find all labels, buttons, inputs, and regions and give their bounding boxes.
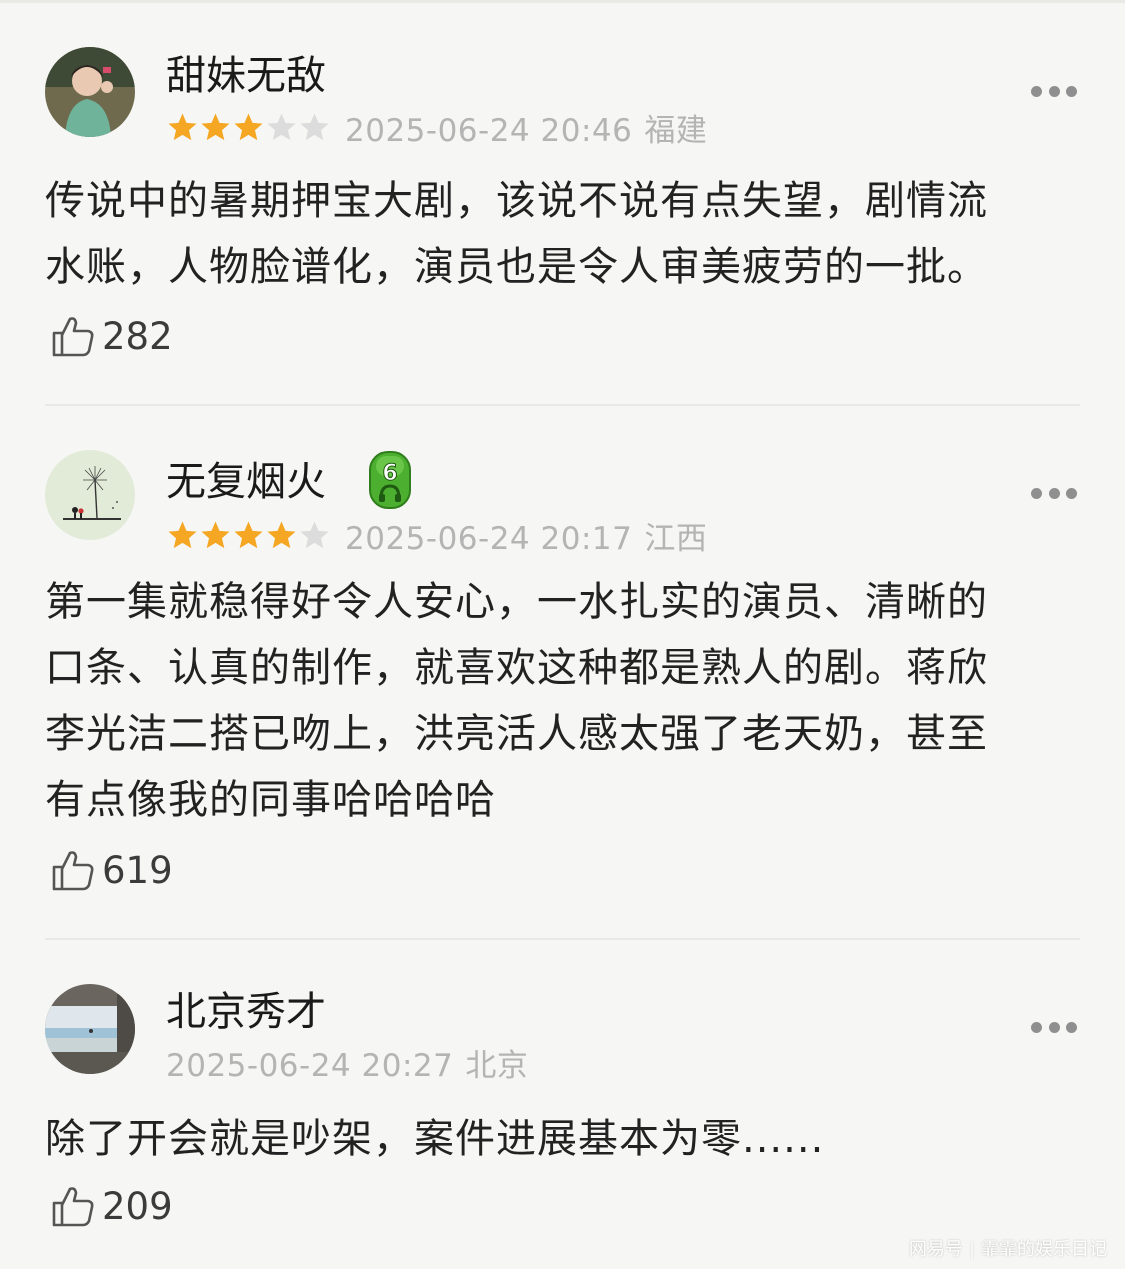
sea-window-avatar-icon[interactable] [45,984,135,1074]
region: 江西 [644,520,708,557]
like-button[interactable]: 209 [50,1181,173,1231]
top-divider [0,0,1125,3]
star-rating [166,519,331,552]
timestamp: 2025-06-24 20:27 [166,1047,454,1084]
region: 福建 [644,112,708,149]
star-filled-icon [234,112,263,140]
comment-text: 第一集就稳得好令人安心，一水扎实的演员、清晰的 口条、认真的制作，就喜欢这种都是… [45,569,1080,833]
like-count: 619 [102,848,173,892]
comment-text: 除了开会就是吵架，案件进展基本为零...... [45,1106,1080,1172]
comment-text: 传说中的暑期押宝大剧，该说不说有点失望，剧情流 水账，人物脸谱化，演员也是令人审… [45,168,1080,300]
comment-meta: 2025-06-24 20:46 福建 [166,107,708,149]
star-filled-icon [168,112,197,140]
divider [45,404,1080,406]
star-filled-icon [201,520,230,548]
like-count: 282 [102,314,173,358]
comment-line: 除了开会就是吵架，案件进展基本为零...... [45,1116,825,1162]
like-count: 209 [102,1184,173,1228]
star-filled-icon [234,520,263,548]
like-button[interactable]: 282 [50,311,173,361]
dandelion-avatar-icon[interactable] [45,450,135,540]
star-filled-icon [267,520,296,548]
more-dots-icon[interactable] [1031,1019,1077,1035]
level-badge-icon: 6 [368,450,412,510]
star-empty-icon [267,112,296,140]
watermark: 网易号 | 霏霏的娱乐日记 [908,1239,1107,1260]
comment-line: 水账，人物脸谱化，演员也是令人审美疲劳的一批。 [45,244,988,290]
comment-line: 第一集就稳得好令人安心，一水扎实的演员、清晰的 [45,579,988,625]
like-button[interactable]: 619 [50,845,173,895]
watermark-brand: 网易号 [908,1239,963,1260]
comment-line: 传说中的暑期押宝大剧，该说不说有点失望，剧情流 [45,178,988,224]
thumbs-up-icon [52,1187,94,1227]
timestamp: 2025-06-24 20:46 [345,112,633,149]
timestamp: 2025-06-24 20:17 [345,520,633,557]
thumbs-up-icon [52,317,94,357]
comment-line: 有点像我的同事哈哈哈哈 [45,777,496,823]
thumbs-up-icon [52,851,94,891]
star-empty-icon [300,520,329,548]
star-filled-icon [201,112,230,140]
watermark-account: 霏霏的娱乐日记 [981,1239,1107,1260]
username[interactable]: 无复烟火 [166,458,326,506]
region: 北京 [465,1047,529,1084]
comment-meta: 2025-06-24 20:17 江西 [166,515,708,557]
comment-meta: 2025-06-24 20:27 北京 [166,1042,529,1084]
star-rating [166,111,331,144]
level-number: 6 [382,461,397,486]
username[interactable]: 甜妹无敌 [166,52,326,100]
star-empty-icon [300,112,329,140]
more-dots-icon[interactable] [1031,485,1077,501]
username[interactable]: 北京秀才 [166,988,326,1036]
more-dots-icon[interactable] [1031,83,1077,99]
star-filled-icon [168,520,197,548]
comment-line: 口条、认真的制作，就喜欢这种都是熟人的剧。蒋欣 [45,645,988,691]
comment-line: 李光洁二搭已吻上，洪亮活人感太强了老天奶，甚至 [45,711,988,757]
girl-avatar-icon[interactable] [45,47,135,137]
divider [45,938,1080,940]
